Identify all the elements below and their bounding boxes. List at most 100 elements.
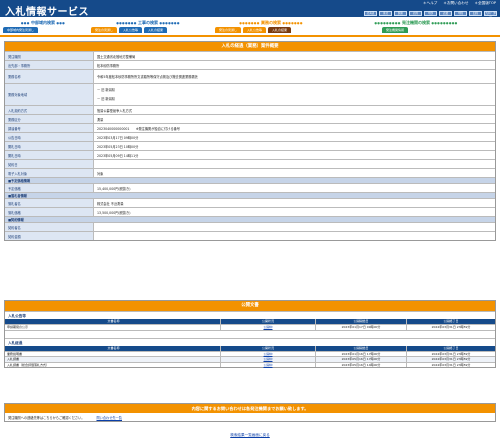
row-label: 電子入札対象 bbox=[5, 169, 93, 177]
area-shikoku-button[interactable]: 四国 bbox=[469, 11, 482, 16]
table-row: 開札日時 2023年05月09日 14時11分 bbox=[5, 150, 495, 159]
doc-start: 2023年05月16日 17時00分 bbox=[315, 357, 406, 362]
table-row: 申請期間の公示 公開中 2023年01月17日 09時00分 2024年03月3… bbox=[5, 324, 495, 330]
row-label: 契約者名 bbox=[5, 223, 93, 231]
doc-end: 2024年03月31日 23時59分 bbox=[406, 351, 495, 356]
area-tohoku-button[interactable]: 東北 bbox=[379, 11, 392, 16]
category-agency: ●●●●●●●●● 発注機関の検索 ●●●●●●●●● 発注機関情報 bbox=[374, 20, 458, 33]
site-header: 入札情報サービス ＊ヘルプ ＊お問い合わせ ＊全国版TOP 北海道 東北 関東 … bbox=[0, 0, 500, 20]
row-value bbox=[93, 223, 495, 231]
table-row: 開札日時 2023年05月23日 10時00分 bbox=[5, 141, 495, 150]
table-row: 電子入札対象 対象 bbox=[5, 168, 495, 177]
column-header: 文書名称 bbox=[107, 345, 120, 350]
row-value: 対象 bbox=[93, 169, 495, 177]
tab-construction-notice[interactable]: 入札公告等 bbox=[119, 27, 143, 33]
table-row: 入札調書（総合評価落札方式） 公開中 2023年05月16日 14時00分 20… bbox=[5, 361, 495, 367]
table-row: 契約金額 bbox=[5, 231, 495, 240]
table-row: 入札契約方式 簡易公募型競争入札方式 bbox=[5, 105, 495, 114]
row-value: 13,500,000円(税抜き) bbox=[93, 208, 495, 216]
row-value bbox=[93, 160, 495, 168]
row-label: 公告日時 bbox=[5, 133, 93, 141]
help-link[interactable]: ＊ヘルプ bbox=[423, 1, 437, 6]
table-row: 入札調書 公開中 2023年05月16日 17時00分 2024年03月31日 … bbox=[5, 356, 495, 362]
row-label: 入札契約方式 bbox=[5, 106, 93, 114]
inquiry-text: 発注機関への連絡先等はこちらからご確認ください。 bbox=[8, 416, 85, 420]
tab-services-result[interactable]: 入札の結果 bbox=[268, 27, 292, 33]
row-label: 契約日 bbox=[5, 160, 93, 168]
table-row: 業務対象地域 ー 旧 新潟県 ー 旧 新潟県 bbox=[5, 83, 495, 105]
category-regional: ●●● 中部域内検索 ●●● 中部域内発注見通し bbox=[0, 18, 86, 36]
row-label: 業務区分 bbox=[5, 115, 93, 123]
row-value bbox=[93, 232, 495, 240]
area-kanto-button[interactable]: 関東 bbox=[394, 11, 407, 16]
row-value: 2023040000000001 ※発注機関が独自に付ける番号 bbox=[93, 124, 495, 132]
row-value: 簡易公募型競争入札方式 bbox=[93, 106, 495, 114]
row-label: 契約金額 bbox=[5, 232, 93, 240]
row-label: 開札日時 bbox=[5, 142, 93, 150]
category-title: 発注機関の検索 bbox=[402, 20, 430, 25]
inquiry-box: 内容に関するお問い合わせは各発注機関までお願い致します。 発注機関への連絡先等は… bbox=[4, 403, 496, 422]
case-summary-title: 入札の経過（業務）案件概要 bbox=[5, 42, 495, 51]
doc-name: 入札調書（総合評価落札方式） bbox=[7, 362, 50, 367]
doc-end: 2024年03月31日 23時59分 bbox=[406, 362, 495, 367]
column-header: 公開開始日 bbox=[315, 345, 406, 351]
area-kinki-button[interactable]: 近畿 bbox=[439, 11, 452, 16]
national-top-link[interactable]: ＊全国版TOP bbox=[474, 1, 496, 6]
area-hokuriku-button[interactable]: 北陸 bbox=[409, 11, 422, 16]
docs-group-result: 入札経過 bbox=[5, 337, 495, 346]
doc-status-link[interactable]: 公開中 bbox=[263, 357, 272, 361]
row-value: 令和5年度松本砂防事務所所文書類所等保守点検及び撤去関連業務委託 bbox=[93, 70, 495, 83]
doc-end: 2024年03月31日 23時59分 bbox=[406, 325, 495, 330]
row-value: 株式会社 不近測量 bbox=[93, 199, 495, 207]
area-hokkaido-button[interactable]: 北海道 bbox=[364, 11, 377, 16]
table-row: 調達番号 2023040000000001 ※発注機関が独自に付ける番号 bbox=[5, 123, 495, 132]
divider bbox=[0, 35, 500, 37]
tab-regional-outlook[interactable]: 中部域内発注見通し bbox=[3, 27, 39, 33]
doc-start: 2023年01月16日 17時00分 bbox=[315, 351, 406, 356]
doc-status-link[interactable]: 公開中 bbox=[263, 325, 272, 329]
column-header: 公開状況 bbox=[220, 345, 315, 351]
doc-status-link[interactable]: 公開中 bbox=[263, 363, 272, 367]
docs-group-notice: 入札公告等 bbox=[5, 311, 495, 319]
contact-list-link[interactable]: 問い合わせ先一覧 bbox=[97, 415, 123, 420]
table-row: 公告日時 2023年03月17日 09時00分 bbox=[5, 132, 495, 141]
column-header: 公開開始日 bbox=[315, 319, 406, 324]
docs-column-headers: 文書名称 公開状況 公開開始日 公開終了日 bbox=[5, 319, 495, 324]
row-label: 開札日時 bbox=[5, 151, 93, 159]
row-label: 出先部・事務所 bbox=[5, 61, 93, 69]
row-value: ー 旧 新潟県 ー 旧 新潟県 bbox=[93, 84, 495, 105]
area-kyushu-button[interactable]: 九州・沖縄 bbox=[484, 11, 497, 20]
docs-column-headers: 文書名称 公開状況 公開開始日 公開終了日 bbox=[5, 345, 495, 351]
table-row: 契約者名 bbox=[5, 222, 495, 231]
row-label: 業務名称 bbox=[5, 70, 93, 83]
row-label: 落札価格 bbox=[5, 208, 93, 216]
tab-services-outlook[interactable]: 発注の見通し bbox=[215, 27, 242, 33]
area-chugoku-button[interactable]: 中国 bbox=[454, 11, 467, 16]
table-row: 落札価格 13,500,000円(税抜き) bbox=[5, 207, 495, 216]
column-header: 公開終了日 bbox=[406, 345, 495, 351]
doc-status-link[interactable]: 公開中 bbox=[263, 352, 272, 356]
row-value: 15,400,000円(税抜き) bbox=[93, 184, 495, 192]
row-value: 測量 bbox=[93, 115, 495, 123]
category-title: 中部域内検索 bbox=[31, 20, 55, 25]
row-value: 2023年03月17日 09時00分 bbox=[93, 133, 495, 141]
category-construction: ●●●●●●● 工事の検索 ●●●●●●● 発注の見通し 入札公告等 入札の結果 bbox=[88, 18, 208, 36]
category-services: ●●●●●●● 業務の検索 ●●●●●●● 発注の見通し 入札公告等 入札の結果 bbox=[212, 18, 330, 36]
header-links: ＊ヘルプ ＊お問い合わせ ＊全国版TOP bbox=[423, 1, 496, 6]
table-row: 業務説明書 公開中 2023年01月16日 17時00分 2024年03月31日… bbox=[5, 350, 495, 356]
contact-link[interactable]: ＊お問い合わせ bbox=[443, 1, 468, 6]
row-value: 国土交通省北陸地方整備局 bbox=[93, 52, 495, 60]
back-to-results-link[interactable]: 検索結果一覧画面に戻る bbox=[230, 433, 270, 437]
site-title: 入札情報サービス bbox=[5, 7, 89, 18]
tab-construction-result[interactable]: 入札の結果 bbox=[144, 27, 168, 33]
category-title: 工事の検索 bbox=[138, 20, 158, 25]
table-row: 業務区分 測量 bbox=[5, 114, 495, 123]
tab-services-notice[interactable]: 入札公告等 bbox=[243, 27, 267, 33]
tab-agency-info[interactable]: 発注機関情報 bbox=[382, 27, 409, 33]
doc-name: 申請期間の公示 bbox=[7, 325, 29, 329]
doc-end: 2024年03月31日 23時59分 bbox=[406, 357, 495, 362]
area-chubu-button[interactable]: 中部 bbox=[424, 11, 437, 16]
public-documents-title: 公開文書 bbox=[5, 301, 495, 311]
tab-construction-outlook[interactable]: 発注の見通し bbox=[91, 27, 118, 33]
doc-name: 業務説明書 bbox=[7, 351, 23, 356]
